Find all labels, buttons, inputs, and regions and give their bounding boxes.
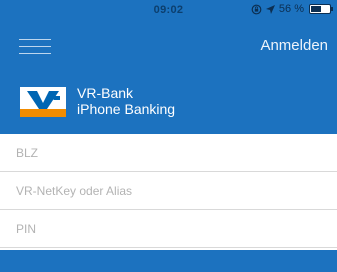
- status-bar: 09:02 56 %: [0, 0, 337, 20]
- battery-tip: [331, 7, 333, 11]
- lock-rotation-icon: [251, 4, 262, 15]
- status-indicators: 56 %: [251, 3, 333, 15]
- netkey-input[interactable]: [0, 172, 337, 209]
- blz-input[interactable]: [0, 134, 337, 171]
- pin-input[interactable]: [0, 210, 337, 247]
- bottom-action-bar[interactable]: [0, 250, 337, 272]
- bank-name: VR-Bank: [77, 85, 134, 101]
- pin-field-row: [0, 210, 337, 248]
- battery-level: [311, 6, 321, 12]
- battery-percentage: 56 %: [278, 3, 304, 15]
- app-title: VR-Bank iPhone Banking: [77, 85, 175, 117]
- location-arrow-icon: [265, 4, 276, 15]
- netkey-field-row: [0, 172, 337, 210]
- app-header: 09:02 56 % Anmelden VR-Bank iPhone Banki…: [0, 0, 337, 134]
- battery-icon: [309, 4, 333, 14]
- login-form: [0, 134, 337, 248]
- login-button[interactable]: Anmelden: [260, 37, 328, 54]
- volksbank-raiffeisenbank-logo: [20, 87, 66, 117]
- app-subtitle: iPhone Banking: [77, 101, 176, 117]
- blz-field-row: [0, 134, 337, 172]
- hamburger-menu-icon[interactable]: [19, 37, 51, 57]
